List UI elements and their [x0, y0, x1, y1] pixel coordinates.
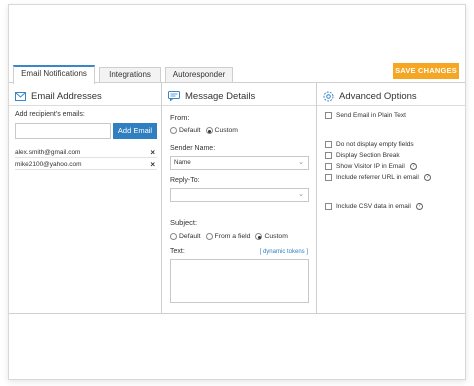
email-addresses-header: Email Addresses — [15, 89, 102, 103]
close-icon[interactable]: × — [150, 159, 155, 170]
option-visitor-ip[interactable]: Show Visitor IP in Email ? — [325, 163, 417, 170]
add-recipient-label: Add recipient's emails: — [15, 111, 85, 118]
sender-name-select[interactable]: Name ⌄ — [170, 156, 309, 170]
option-label: Send Email in Plain Text — [336, 112, 406, 119]
close-icon[interactable]: × — [150, 147, 155, 158]
help-icon[interactable]: ? — [423, 174, 431, 181]
gear-icon — [323, 91, 334, 101]
help-icon[interactable]: ? — [415, 203, 423, 210]
from-label: From: — [170, 113, 190, 122]
save-changes-button[interactable]: SAVE CHANGES — [393, 63, 459, 79]
message-details-title: Message Details — [185, 90, 256, 102]
option-referrer-url[interactable]: Include referrer URL in email ? — [325, 174, 431, 181]
email-address: mike2100@yahoo.com — [15, 161, 82, 168]
from-default-radio[interactable]: Default — [170, 127, 201, 134]
subject-from-field-radio[interactable]: From a field — [205, 233, 250, 240]
from-custom-radio[interactable]: Custom — [205, 127, 238, 134]
option-label: Include CSV data in email — [336, 203, 411, 210]
option-label: Show Visitor IP in Email — [336, 163, 405, 170]
dynamic-tokens-link[interactable]: [ dynamic tokens ] — [260, 249, 308, 255]
speech-bubble-icon — [168, 91, 180, 101]
subject-radio-group: Default From a field Custom — [170, 233, 293, 240]
option-label: Include referrer URL in email — [336, 174, 419, 181]
add-email-button[interactable]: Add Email — [113, 123, 157, 139]
message-details-panel: Message Details From: Default Custom Sen… — [162, 83, 317, 314]
chevron-down-icon: ⌄ — [298, 159, 304, 166]
checkbox[interactable] — [325, 112, 332, 119]
settings-frame: Email Notifications Integrations Autores… — [8, 4, 466, 380]
checkbox[interactable] — [325, 203, 332, 210]
divider — [9, 105, 161, 106]
option-label: Display Section Break — [336, 152, 400, 159]
reply-to-select[interactable]: ⌄ — [170, 188, 309, 202]
subject-default-radio[interactable]: Default — [170, 233, 201, 240]
email-addresses-panel: Email Addresses Add recipient's emails: … — [9, 83, 162, 314]
sender-name-value: Name — [174, 159, 191, 166]
option-plain-text[interactable]: Send Email in Plain Text — [325, 112, 406, 119]
advanced-options-panel: Advanced Options Send Email in Plain Tex… — [317, 83, 465, 314]
message-details-header: Message Details — [168, 89, 255, 103]
sender-name-label: Sender Name: — [170, 145, 216, 152]
tab-bar: Email Notifications Integrations Autores… — [9, 63, 465, 84]
reply-to-label: Reply-To: — [170, 177, 200, 184]
chevron-down-icon: ⌄ — [298, 191, 304, 198]
divider — [162, 105, 316, 106]
tab-autoresponder[interactable]: Autoresponder — [165, 67, 233, 83]
recipient-email-input[interactable] — [15, 123, 111, 139]
tab-email-notifications[interactable]: Email Notifications — [13, 65, 95, 84]
settings-panels: Email Addresses Add recipient's emails: … — [9, 82, 465, 314]
advanced-options-header: Advanced Options — [323, 89, 417, 103]
tab-integrations[interactable]: Integrations — [99, 67, 161, 83]
checkbox[interactable] — [325, 152, 332, 159]
checkbox[interactable] — [325, 174, 332, 181]
advanced-options-title: Advanced Options — [339, 90, 417, 102]
envelope-icon — [15, 91, 26, 101]
message-text-area[interactable] — [170, 259, 309, 303]
option-section-break[interactable]: Display Section Break — [325, 152, 400, 159]
help-icon[interactable]: ? — [409, 163, 417, 170]
email-addresses-title: Email Addresses — [31, 90, 102, 102]
text-label: Text: — [170, 248, 185, 255]
checkbox[interactable] — [325, 163, 332, 170]
checkbox[interactable] — [325, 141, 332, 148]
divider — [317, 105, 465, 106]
from-radio-group: Default Custom — [170, 127, 243, 134]
option-hide-empty-fields[interactable]: Do not display empty fields — [325, 141, 414, 148]
email-address: alex.smith@gmail.com — [15, 149, 81, 156]
subject-custom-radio[interactable]: Custom — [255, 233, 288, 240]
email-list-item: mike2100@yahoo.com × — [15, 159, 157, 170]
subject-label: Subject: — [170, 218, 198, 227]
option-label: Do not display empty fields — [336, 141, 414, 148]
option-csv-data[interactable]: Include CSV data in email ? — [325, 203, 423, 210]
email-list-item: alex.smith@gmail.com × — [15, 147, 157, 158]
